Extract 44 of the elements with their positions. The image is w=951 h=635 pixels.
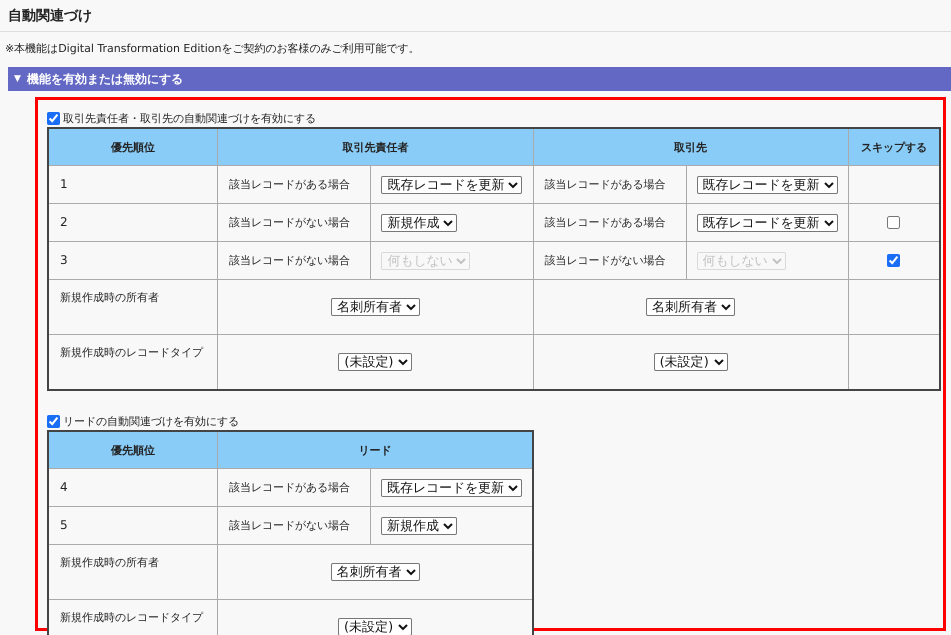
skip-checkbox[interactable] xyxy=(887,254,900,268)
priority-cell: 4 xyxy=(48,468,218,506)
condition-cell: 該当レコードがある場合 xyxy=(533,166,686,204)
column-header: スキップする xyxy=(848,128,940,166)
condition-cell: 該当レコードがない場合 xyxy=(218,204,371,242)
setting-dropdown[interactable]: 名刺所有者 xyxy=(646,298,736,316)
checkbox-label: 取引先責任者・取引先の自動関連づけを有効にする xyxy=(63,110,316,126)
column-header: 取引先責任者 xyxy=(218,128,534,166)
condition-cell: 該当レコードがない場合 xyxy=(218,506,370,544)
column-header: 取引先 xyxy=(533,128,848,166)
skip-checkbox[interactable] xyxy=(887,216,900,230)
notice-text: ※本機能はDigital Transformation Editionをご契約のお客様のみご利用可能です。 xyxy=(4,41,420,57)
priority-cell: 2 xyxy=(48,204,218,242)
condition-cell: 該当レコードがない場合 xyxy=(533,242,686,280)
section-title: 機能を有効または無効にする xyxy=(26,70,183,88)
priority-cell: 3 xyxy=(48,242,218,280)
setting-label: 新規作成時の所有者 xyxy=(48,544,218,600)
setting-dropdown[interactable]: 名刺所有者 xyxy=(330,298,420,316)
page-title: 自動関連づけ xyxy=(8,6,92,24)
section-header[interactable]: ▼ 機能を有効または無効にする xyxy=(8,67,951,91)
setting-dropdown[interactable]: 名刺所有者 xyxy=(330,563,420,581)
condition-cell: 該当レコードがある場合 xyxy=(533,204,686,242)
priority-cell: 5 xyxy=(48,506,218,544)
enable-checkbox[interactable] xyxy=(47,414,60,428)
setting-dropdown[interactable]: (未設定) xyxy=(338,618,412,635)
column-header: リード xyxy=(218,431,533,468)
setting-label: 新規作成時の所有者 xyxy=(48,280,218,334)
setting-dropdown[interactable]: (未設定) xyxy=(338,353,412,371)
action-dropdown[interactable]: 新規作成 xyxy=(381,214,458,232)
condition-cell: 該当レコードがある場合 xyxy=(218,166,371,204)
column-header: 優先順位 xyxy=(48,431,218,468)
toggle-icon[interactable]: ▼ xyxy=(14,74,21,84)
setting-dropdown[interactable]: (未設定) xyxy=(654,353,728,371)
action-dropdown[interactable]: 既存レコードを更新 xyxy=(696,214,838,232)
checkbox-label: リードの自動関連づけを有効にする xyxy=(63,414,239,428)
action-dropdown[interactable]: 新規作成 xyxy=(381,516,457,534)
enable-checkbox[interactable] xyxy=(47,112,60,124)
action-dropdown[interactable]: 既存レコードを更新 xyxy=(381,176,522,194)
action-dropdown[interactable]: 既存レコードを更新 xyxy=(696,176,838,194)
action-dropdown[interactable]: 既存レコードを更新 xyxy=(381,478,522,496)
column-header: 優先順位 xyxy=(48,128,218,166)
condition-cell: 該当レコードがある場合 xyxy=(218,468,370,506)
priority-cell: 1 xyxy=(48,166,218,204)
condition-cell: 該当レコードがない場合 xyxy=(218,242,371,280)
